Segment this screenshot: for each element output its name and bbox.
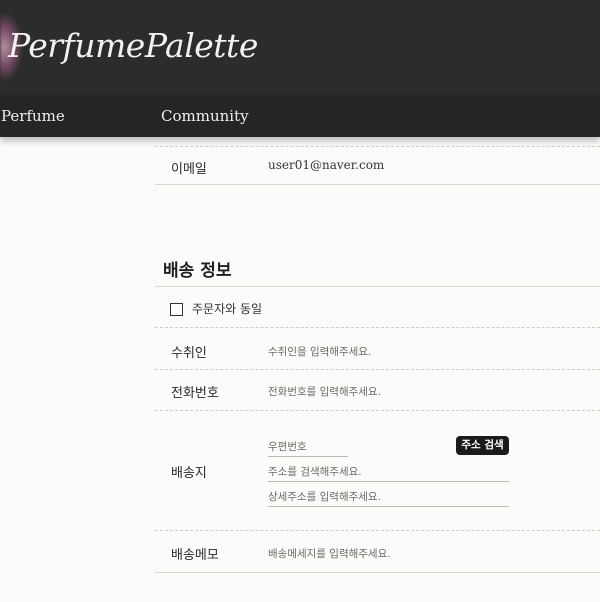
same-as-orderer-checkbox[interactable] (170, 303, 183, 316)
address-detail-underline (268, 506, 509, 507)
row-divider (155, 327, 600, 328)
address-search-button[interactable]: 주소 검색 (456, 436, 509, 455)
zipcode-input[interactable]: 우편번호 (268, 439, 307, 454)
order-form: 이메일 user01@naver.com 배송 정보 주문자와 동일 수취인 수… (0, 137, 600, 602)
row-divider (155, 146, 600, 147)
email-label: 이메일 (171, 162, 207, 177)
recipient-label: 수취인 (171, 346, 207, 361)
address-detail-input[interactable]: 상세주소를 입력해주세요. (268, 489, 381, 504)
row-divider (155, 572, 600, 573)
phone-label: 전화번호 (171, 386, 219, 401)
shipping-section-title: 배송 정보 (163, 261, 232, 281)
row-divider (155, 184, 600, 185)
row-divider (155, 530, 600, 531)
site-logo[interactable]: PerfumePalette (8, 26, 258, 65)
phone-input[interactable]: 전화번호를 입력해주세요. (268, 384, 381, 399)
nav-item-perfume[interactable]: Perfume (1, 107, 65, 125)
same-as-orderer-label[interactable]: 주문자와 동일 (192, 300, 262, 317)
address-label: 배송지 (171, 466, 207, 481)
memo-input[interactable]: 배송메세지를 입력해주세요. (268, 546, 391, 561)
row-divider (155, 410, 600, 411)
main-nav: Perfume Community (0, 95, 600, 137)
recipient-input[interactable]: 수취인을 입력해주세요. (268, 344, 371, 359)
address-input[interactable]: 주소를 검색해주세요. (268, 464, 362, 479)
memo-label: 배송메모 (171, 548, 219, 563)
row-divider (155, 369, 600, 370)
email-value: user01@naver.com (268, 158, 385, 172)
nav-item-community[interactable]: Community (161, 107, 249, 125)
zipcode-underline (268, 456, 348, 457)
site-header: PerfumePalette (0, 0, 600, 95)
section-divider (155, 286, 600, 287)
address-underline (268, 481, 509, 482)
